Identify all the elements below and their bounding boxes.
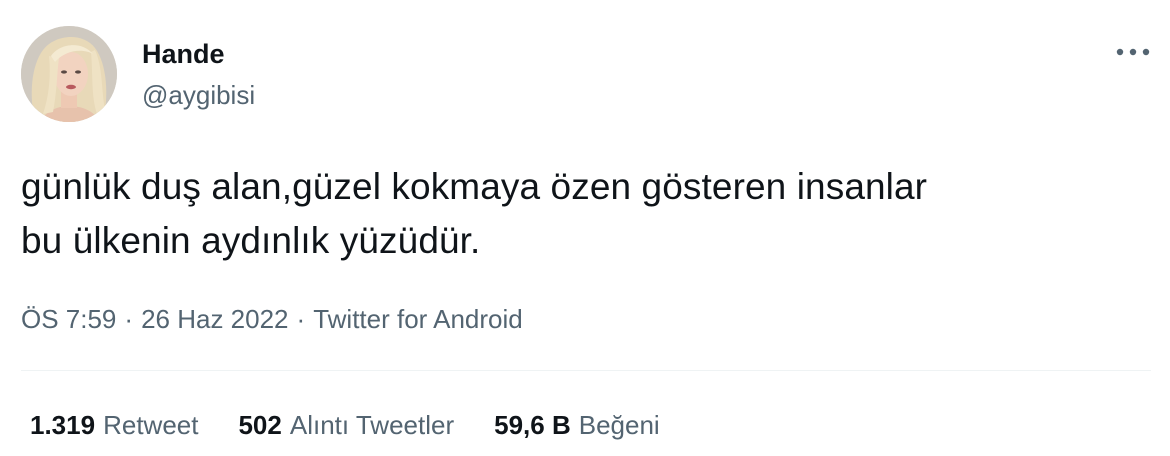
retweets-count: 1.319 [30,410,96,440]
username-handle[interactable]: @aygibisi [142,79,255,111]
tweet-text: günlük duş alan,güzel kokmaya özen göste… [21,166,928,261]
divider [21,370,1151,371]
quote-tweets-count: 502 [238,410,282,440]
tweet-card: Hande @aygibisi günlük duş alan,güzel ko… [0,0,1170,456]
display-name[interactable]: Hande [142,38,225,70]
retweets-stat[interactable]: 1.319 Retweet [30,408,198,442]
likes-stat[interactable]: 59,6 B Beğeni [494,408,660,442]
tweet-date-link[interactable]: 26 Haz 2022 [141,304,288,334]
more-dots-icon [1116,48,1150,56]
profile-photo-icon [21,26,117,122]
likes-count: 59,6 B [494,410,571,440]
likes-label: Beğeni [578,410,660,440]
tweet-time-link[interactable]: ÖS 7:59 [21,304,116,334]
quote-tweets-stat[interactable]: 502 Alıntı Tweetler [238,408,454,442]
meta-separator: · [124,304,134,334]
tweet-metadata: ÖS 7:59 · 26 Haz 2022 · Twitter for Android [21,302,523,336]
tweet-source-link[interactable]: Twitter for Android [313,304,523,334]
more-options-button[interactable] [1112,38,1154,66]
avatar[interactable] [21,26,117,122]
engagement-stats: 1.319 Retweet 502 Alıntı Tweetler 59,6 B Be… [30,408,700,442]
retweets-label: Retweet [103,410,199,440]
quote-tweets-label: Alıntı Tweetler [289,410,455,440]
meta-separator: · [296,304,306,334]
